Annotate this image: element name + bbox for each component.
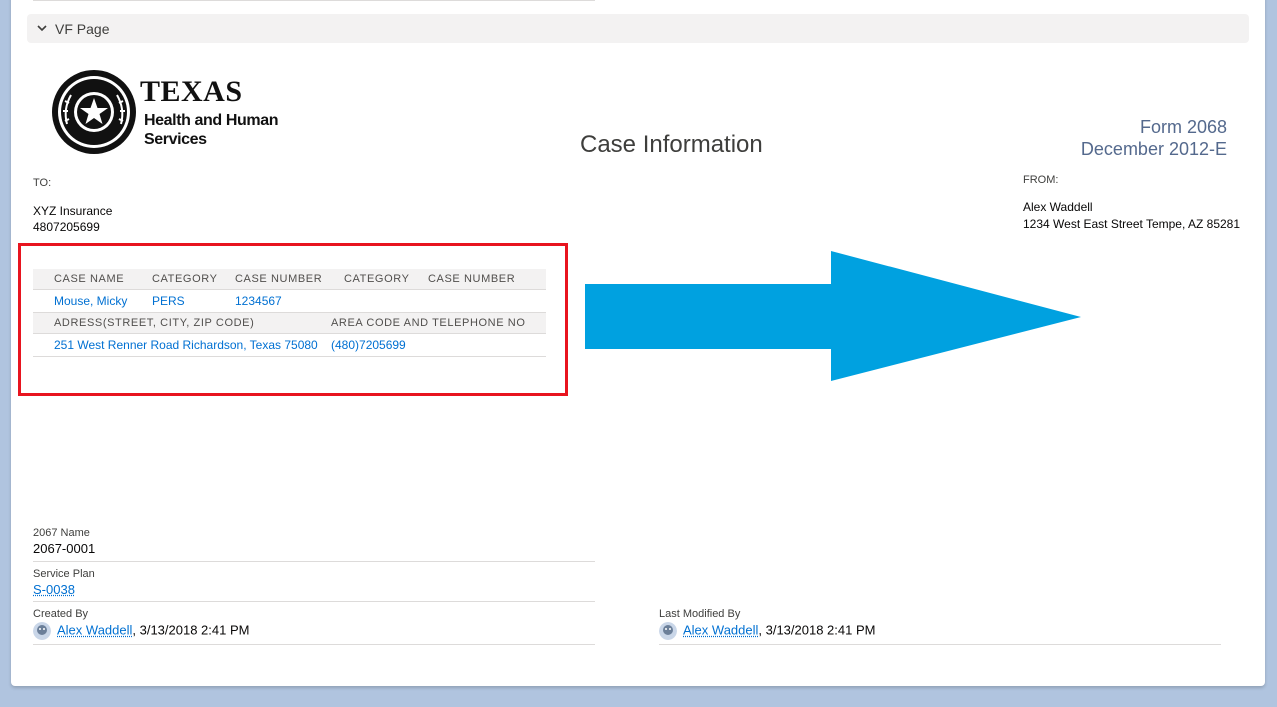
from-address: 1234 West East Street Tempe, AZ 85281 (1023, 217, 1241, 231)
case-name-value[interactable]: Mouse, Micky (54, 290, 127, 313)
table-row: Mouse, Micky PERS 1234567 (33, 290, 546, 313)
right-arrow-icon (585, 251, 1081, 381)
field-label: Last Modified By (659, 608, 741, 620)
from-name: Alex Waddell (1023, 200, 1093, 214)
header-case-name: CASE NAME (54, 273, 125, 285)
service-plan-link[interactable]: S-0038 (33, 582, 75, 597)
from-label: FROM: (1023, 174, 1059, 186)
field-label: Service Plan (33, 568, 95, 580)
texas-hhs-logo: TEXAS Health and Human Services (51, 69, 281, 157)
case-number-value[interactable]: 1234567 (235, 290, 282, 313)
field-label: 2067 Name (33, 527, 90, 539)
field-label: Created By (33, 608, 89, 620)
table-header-row: CASE NAME CATEGORY CASE NUMBER CATEGORY … (33, 269, 546, 290)
texas-seal-icon (52, 70, 136, 154)
field-created-by: Created By Alex Waddell, 3/13/2018 2:41 … (33, 608, 595, 645)
created-by-user-link[interactable]: Alex Waddell (57, 622, 132, 637)
form-number: Form 2068 (1139, 117, 1227, 137)
field-value: 2067-0001 (33, 541, 96, 556)
to-label: TO: (33, 177, 52, 189)
field-2067-name: 2067 Name 2067-0001 (33, 527, 595, 562)
to-name: XYZ Insurance (33, 204, 113, 218)
field-service-plan: Service Plan S-0038 (33, 568, 595, 602)
user-avatar-icon (659, 622, 677, 640)
page-title: Case Information (580, 131, 763, 158)
field-last-modified-by: Last Modified By Alex Waddell, 3/13/2018… (659, 608, 1221, 645)
header-address: ADRESS(STREET, CITY, ZIP CODE) (54, 317, 255, 329)
section-header-vf-page[interactable]: VF Page (27, 14, 1249, 43)
case-table: CASE NAME CATEGORY CASE NUMBER CATEGORY … (33, 269, 546, 357)
divider (33, 0, 595, 1)
logo-subtitle: Health and Human Services (144, 112, 279, 148)
form-date: December 2012-E (1080, 139, 1227, 159)
chevron-down-icon[interactable] (37, 24, 47, 34)
table-row: 251 West Renner Road Richardson, Texas 7… (33, 334, 546, 357)
logo-title: TEXAS (140, 75, 243, 108)
header-case-number-2: CASE NUMBER (428, 273, 516, 285)
section-title: VF Page (55, 20, 110, 37)
created-by-date: , 3/13/2018 2:41 PM (132, 622, 250, 638)
modified-by-user-link[interactable]: Alex Waddell (683, 622, 758, 637)
address-value[interactable]: 251 West Renner Road Richardson, Texas 7… (54, 334, 318, 357)
header-case-number: CASE NUMBER (235, 273, 323, 285)
to-phone: 4807205699 (33, 220, 100, 234)
header-category: CATEGORY (152, 273, 218, 285)
category-value[interactable]: PERS (152, 290, 185, 313)
header-category-2: CATEGORY (344, 273, 410, 285)
table-header-row-2: ADRESS(STREET, CITY, ZIP CODE) AREA CODE… (33, 313, 546, 334)
phone-value[interactable]: (480)7205699 (331, 334, 406, 357)
user-avatar-icon (33, 622, 51, 640)
modified-by-date: , 3/13/2018 2:41 PM (758, 622, 876, 638)
header-phone: AREA CODE AND TELEPHONE NO (331, 317, 526, 329)
